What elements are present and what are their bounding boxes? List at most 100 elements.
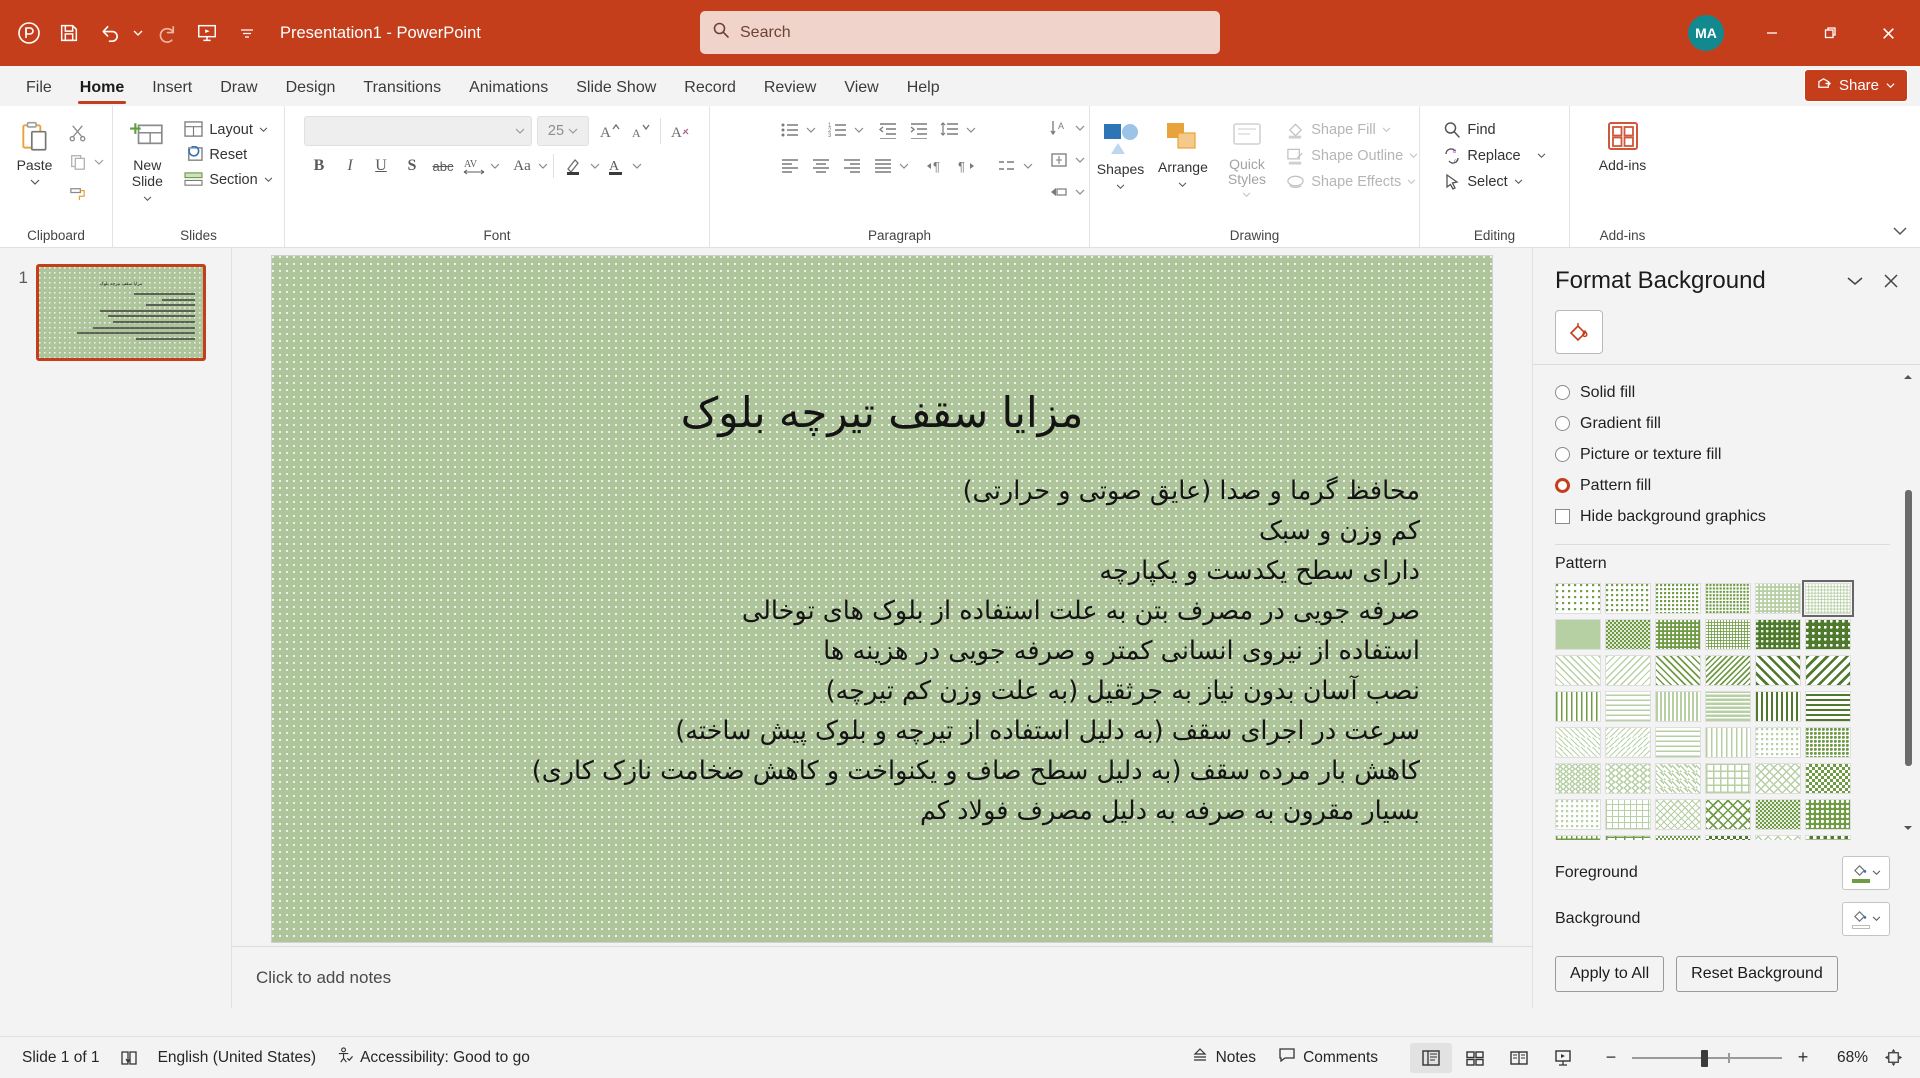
bullets-icon[interactable] [775, 116, 805, 144]
pattern-swatch-22[interactable] [1705, 691, 1751, 722]
convert-to-smartart-icon[interactable] [1044, 146, 1074, 174]
pattern-swatch-8[interactable] [1605, 619, 1651, 650]
paste-dropdown-icon[interactable] [30, 173, 40, 191]
arrange-button[interactable]: Arrange [1152, 116, 1213, 197]
numbering-icon[interactable]: 123 [823, 116, 853, 144]
pattern-swatch-21[interactable] [1655, 691, 1701, 722]
restore-button[interactable] [1802, 0, 1858, 66]
pattern-swatch-4[interactable] [1705, 583, 1751, 614]
shape-fill-button[interactable]: Shape Fill [1280, 118, 1424, 142]
zoom-slider[interactable] [1632, 1049, 1782, 1067]
strikethrough-button[interactable]: abc [428, 152, 458, 180]
solid-fill-option[interactable]: Solid fill [1555, 377, 1890, 408]
pattern-swatch-1[interactable] [1555, 583, 1601, 614]
line-spacing-icon[interactable] [935, 116, 965, 144]
arrange-dropdown-icon[interactable] [1178, 175, 1187, 193]
font-name-input[interactable] [304, 116, 532, 146]
customize-quick-access-toolbar-icon[interactable] [228, 14, 266, 52]
zoom-out-button[interactable]: − [1600, 1047, 1622, 1069]
tab-view[interactable]: View [830, 73, 892, 106]
pattern-grid[interactable] [1555, 580, 1890, 840]
pattern-swatch-17[interactable] [1755, 655, 1801, 686]
scroll-track[interactable] [1904, 387, 1912, 818]
pattern-swatch-6[interactable] [1802, 580, 1854, 617]
scroll-thumb[interactable] [1904, 490, 1912, 767]
pattern-fill-option[interactable]: Pattern fill [1555, 470, 1890, 501]
new-slide-button[interactable]: New Slide [118, 116, 176, 209]
normal-view-button[interactable] [1410, 1042, 1452, 1073]
select-button[interactable]: Select [1437, 170, 1551, 194]
tab-insert[interactable]: Insert [138, 73, 206, 106]
tab-review[interactable]: Review [750, 73, 830, 106]
font-color-dropdown-icon[interactable] [632, 157, 642, 175]
change-case-button[interactable]: Aa [507, 152, 537, 180]
pattern-swatch-29[interactable] [1755, 727, 1801, 758]
shapes-dropdown-icon[interactable] [1116, 177, 1125, 195]
pattern-swatch-7[interactable] [1555, 619, 1601, 650]
search-input[interactable]: Search [700, 11, 1220, 54]
pattern-swatch-43[interactable] [1555, 835, 1601, 840]
rtl-text-direction-icon[interactable]: ¶ [951, 152, 981, 180]
highlight-dropdown-icon[interactable] [590, 157, 600, 175]
avatar[interactable]: MA [1688, 15, 1724, 51]
change-case-dropdown-icon[interactable] [538, 157, 548, 175]
reset-background-button[interactable]: Reset Background [1676, 956, 1838, 992]
scroll-down-arrow-icon[interactable] [1902, 822, 1914, 834]
decrease-indent-icon[interactable] [873, 116, 903, 144]
layout-button[interactable]: Layout [178, 118, 278, 141]
pattern-swatch-33[interactable] [1655, 763, 1701, 794]
start-presentation-icon[interactable] [188, 14, 226, 52]
pattern-swatch-40[interactable] [1705, 799, 1751, 830]
pattern-swatch-16[interactable] [1705, 655, 1751, 686]
text-shadow-button[interactable]: S [397, 152, 427, 180]
redo-icon[interactable] [148, 14, 186, 52]
pattern-swatch-23[interactable] [1755, 691, 1801, 722]
reset-button[interactable]: Reset [178, 143, 278, 166]
gradient-fill-option[interactable]: Gradient fill [1555, 408, 1890, 439]
book-icon[interactable] [110, 1046, 148, 1070]
apply-to-all-button[interactable]: Apply to All [1555, 956, 1665, 992]
text-alignment-dropdown-icon[interactable] [1075, 119, 1085, 137]
pattern-swatch-20[interactable] [1605, 691, 1651, 722]
pattern-swatch-24[interactable] [1805, 691, 1851, 722]
pattern-swatch-5[interactable] [1755, 583, 1801, 614]
character-spacing-button[interactable]: AV [459, 152, 489, 180]
slide-show-button[interactable] [1542, 1043, 1584, 1073]
slide-count[interactable]: Slide 1 of 1 [12, 1045, 110, 1071]
pattern-swatch-41[interactable] [1755, 799, 1801, 830]
increase-indent-icon[interactable] [904, 116, 934, 144]
pattern-swatch-19[interactable] [1555, 691, 1601, 722]
solid-fill-radio[interactable] [1555, 385, 1570, 400]
new-slide-dropdown-icon[interactable] [143, 189, 152, 205]
character-spacing-dropdown-icon[interactable] [490, 157, 500, 175]
slide-body[interactable]: محافظ گرما و صدا (عایق صوتی و حرارتی) کم… [344, 471, 1420, 831]
collapse-ribbon-button[interactable] [1890, 221, 1910, 241]
quick-styles-dropdown-icon[interactable] [1242, 185, 1251, 201]
picture-or-texture-fill-option[interactable]: Picture or texture fill [1555, 439, 1890, 470]
picture-fill-radio[interactable] [1555, 447, 1570, 462]
chevron-down-icon[interactable] [1840, 266, 1870, 296]
zoom-slider-knob[interactable] [1701, 1049, 1708, 1067]
slide-thumbnail-1[interactable]: مزایا سقف تیرچه بلوک [36, 264, 206, 361]
bold-button[interactable]: B [304, 152, 334, 180]
shape-outline-button[interactable]: Shape Outline [1280, 144, 1424, 168]
decrease-font-size-icon[interactable]: A [625, 117, 655, 145]
pattern-fill-radio[interactable] [1555, 478, 1570, 493]
minimize-button[interactable] [1744, 0, 1800, 66]
close-icon[interactable] [1876, 266, 1906, 296]
pattern-swatch-45[interactable] [1655, 835, 1701, 840]
align-right-icon[interactable] [837, 152, 867, 180]
tab-design[interactable]: Design [272, 73, 350, 106]
section-button[interactable]: Section [178, 168, 278, 191]
pattern-swatch-9[interactable] [1655, 619, 1701, 650]
pattern-swatch-37[interactable] [1555, 799, 1601, 830]
insert-smartart-dropdown-icon[interactable] [1075, 183, 1085, 201]
add-ins-button[interactable]: Add-ins [1591, 116, 1654, 177]
pattern-swatch-14[interactable] [1605, 655, 1651, 686]
format-painter-icon[interactable] [63, 178, 93, 206]
tab-help[interactable]: Help [893, 73, 954, 106]
powerpoint-logo-icon[interactable] [10, 14, 48, 52]
copy-icon[interactable] [63, 148, 93, 176]
background-color-button[interactable] [1842, 902, 1890, 936]
columns-dropdown-icon[interactable] [899, 157, 909, 175]
